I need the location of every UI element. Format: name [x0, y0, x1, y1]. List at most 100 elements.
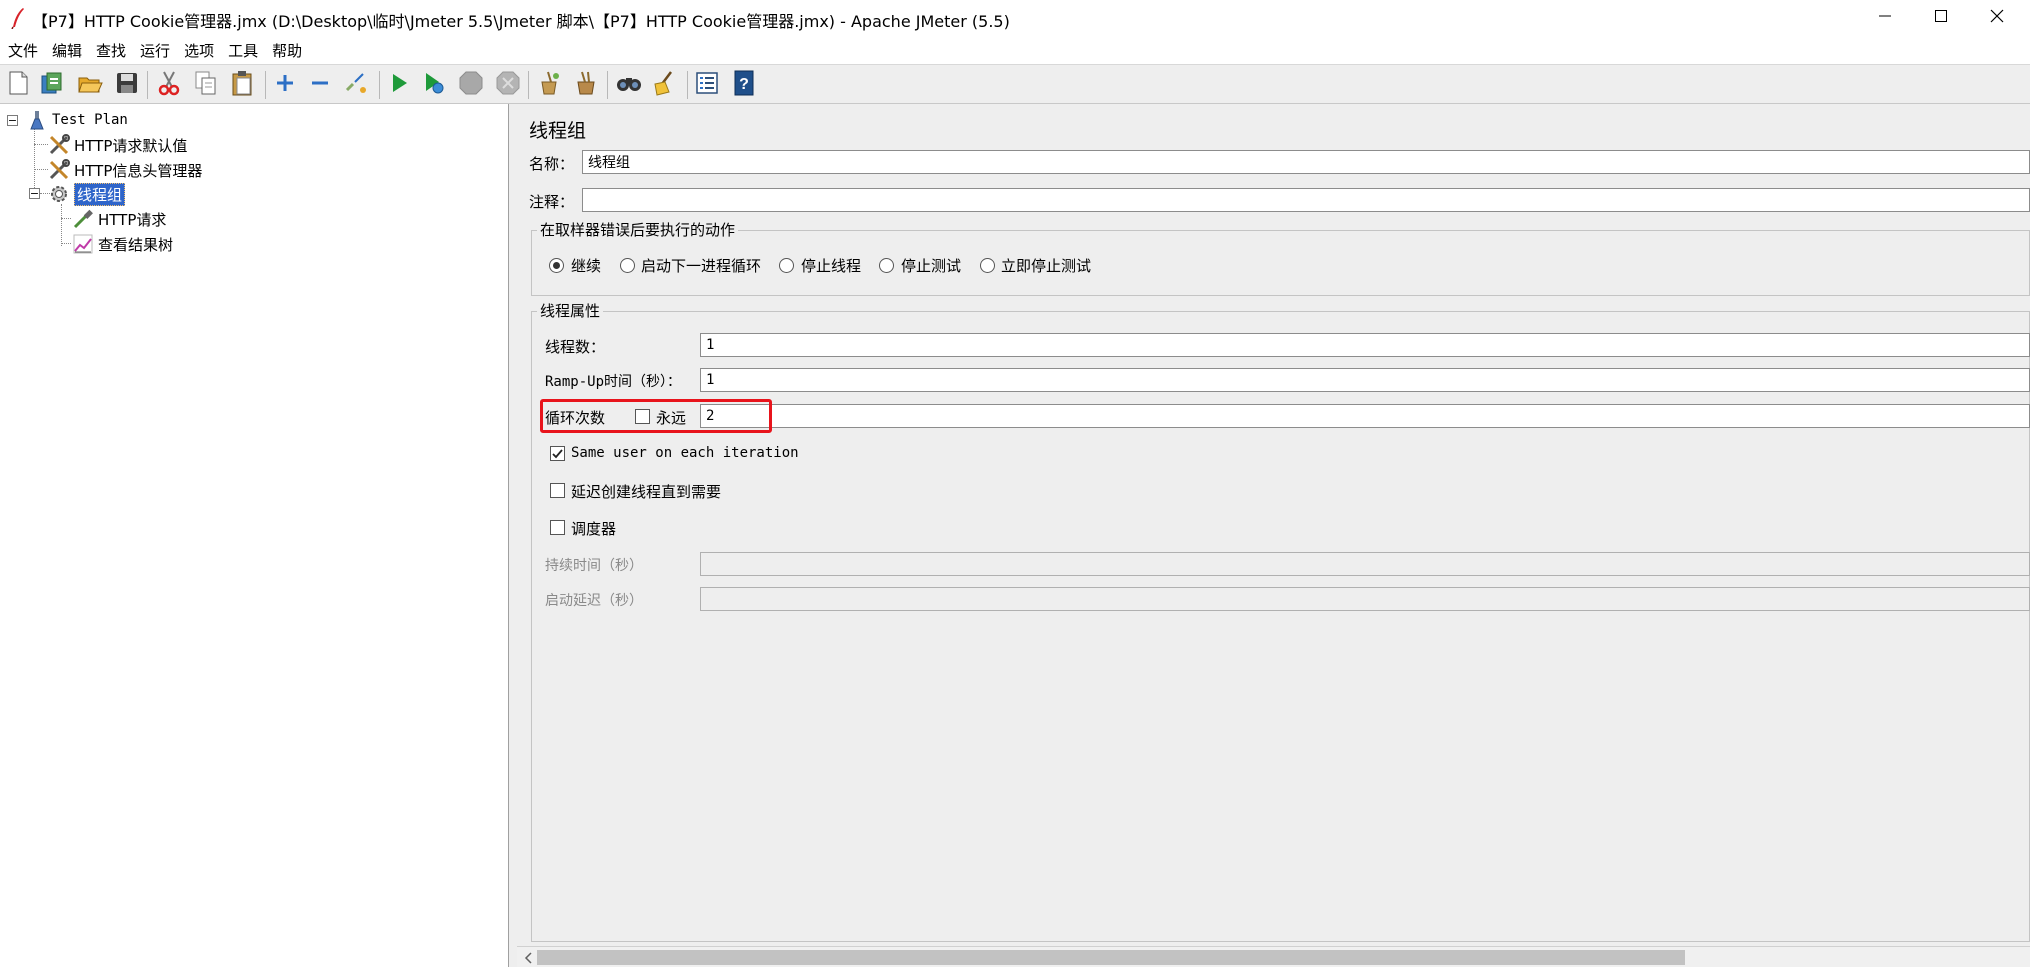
search-icon [615, 72, 643, 98]
rampup-input[interactable]: 1 [700, 368, 2030, 392]
help-icon: ? [732, 70, 756, 100]
function-helper-icon [695, 71, 719, 99]
start-button[interactable] [385, 71, 413, 99]
templates-icon [39, 70, 65, 100]
stop-icon [459, 71, 483, 99]
tree-item-label: 查看结果树 [98, 235, 174, 254]
radio-stop-test-now[interactable] [980, 258, 995, 273]
radio-next-loop-label: 启动下一进程循环 [641, 257, 762, 275]
tree-toggle-test-plan[interactable]: − [7, 115, 18, 126]
wrench-icon [48, 159, 70, 181]
reset-search-button[interactable] [650, 71, 678, 99]
menu-edit[interactable]: 编辑 [52, 40, 82, 61]
templates-button[interactable] [38, 71, 66, 99]
toggle-icon [343, 70, 369, 100]
gear-icon [48, 183, 70, 205]
clear-all-icon [573, 70, 599, 100]
pipette-icon [72, 208, 94, 230]
panel-splitter[interactable] [509, 104, 517, 967]
new-button[interactable] [4, 71, 32, 99]
cut-icon [157, 70, 181, 100]
name-input[interactable]: 线程组 [582, 150, 2030, 174]
tree-item-http-request[interactable]: HTTP请求 [72, 208, 166, 230]
tree-item-http-defaults[interactable]: HTTP请求默认值 [48, 134, 187, 156]
menu-run[interactable]: 运行 [140, 40, 170, 61]
tree-item-view-results-tree[interactable]: 查看结果树 [72, 233, 173, 255]
help-button[interactable]: ? [730, 70, 758, 100]
close-button[interactable] [1968, 0, 2026, 36]
open-button[interactable] [76, 71, 104, 99]
delay-thread-creation-label: 延迟创建线程直到需要 [571, 483, 722, 501]
tree-toggle-thread-group[interactable]: − [29, 188, 40, 199]
radio-continue-label: 继续 [571, 257, 602, 275]
collapse-icon [309, 72, 331, 98]
copy-icon [194, 70, 218, 100]
start-no-pauses-button[interactable] [420, 71, 448, 99]
radio-stop-test-label: 停止测试 [901, 257, 962, 275]
toggle-button[interactable] [342, 71, 370, 99]
menu-search[interactable]: 查找 [96, 40, 126, 61]
start-icon [388, 72, 410, 98]
scrollbar-thumb[interactable] [537, 950, 1685, 965]
radio-stop-test[interactable] [879, 258, 894, 273]
scheduler-checkbox[interactable] [550, 520, 565, 535]
same-user-checkbox[interactable] [550, 446, 565, 461]
menu-file[interactable]: 文件 [8, 40, 38, 61]
tree-item-thread-group[interactable]: 线程组 [48, 182, 126, 206]
expand-all-button[interactable] [271, 71, 299, 99]
page-title: 线程组 [529, 120, 587, 142]
tree-item-label: Test Plan [52, 112, 128, 128]
loop-count-highlight [540, 399, 772, 433]
title-bar: 【P7】HTTP Cookie管理器.jmx (D:\Desktop\临时\Jm… [0, 0, 2030, 36]
radio-stop-thread-label: 停止线程 [801, 257, 862, 275]
startup-delay-input[interactable] [700, 587, 2030, 611]
copy-button[interactable] [192, 71, 220, 99]
reset-search-icon [651, 70, 677, 100]
paste-button[interactable] [228, 71, 256, 99]
tree-item-test-plan[interactable]: Test Plan [26, 109, 128, 131]
test-plan-icon [26, 109, 48, 131]
menu-tools[interactable]: 工具 [228, 40, 258, 61]
expand-icon [274, 72, 296, 98]
menu-options[interactable]: 选项 [184, 40, 214, 61]
graph-icon [72, 233, 94, 255]
radio-stop-thread[interactable] [779, 258, 794, 273]
duration-input[interactable] [700, 552, 2030, 576]
error-action-title: 在取样器错误后要执行的动作 [537, 219, 739, 240]
clear-button[interactable] [535, 71, 563, 99]
checkmark-icon [552, 445, 563, 463]
tree-item-header-manager[interactable]: HTTP信息头管理器 [48, 159, 202, 181]
stop-button[interactable] [457, 71, 485, 99]
maximize-icon [1934, 9, 1948, 27]
save-button[interactable] [113, 71, 141, 99]
same-user-label: Same user on each iteration [571, 445, 799, 461]
shutdown-button[interactable] [494, 71, 522, 99]
search-button[interactable] [615, 71, 643, 99]
scheduler-label: 调度器 [571, 520, 617, 538]
tree-item-label: HTTP请求 [98, 210, 167, 229]
comment-input[interactable] [582, 188, 2030, 212]
radio-continue[interactable] [549, 258, 564, 273]
function-helper-button[interactable] [693, 71, 721, 99]
toolbar: ? [0, 64, 2030, 104]
cut-button[interactable] [155, 71, 183, 99]
wrench-icon [48, 134, 70, 156]
clear-icon [536, 70, 562, 100]
delay-thread-creation-checkbox[interactable] [550, 483, 565, 498]
radio-next-loop[interactable] [620, 258, 635, 273]
threads-label: 线程数： [545, 338, 606, 356]
save-icon [115, 71, 139, 99]
minimize-button[interactable] [1856, 0, 1914, 36]
scroll-left-arrow-icon[interactable] [521, 950, 535, 965]
menu-help[interactable]: 帮助 [272, 40, 302, 61]
collapse-all-button[interactable] [306, 71, 334, 99]
new-icon [7, 71, 29, 99]
threads-input[interactable]: 1 [700, 333, 2030, 357]
loop-count-input[interactable]: 2 [700, 404, 2030, 428]
paste-icon [230, 70, 254, 100]
maximize-button[interactable] [1912, 0, 1970, 36]
tree-item-label: HTTP请求默认值 [74, 136, 188, 155]
clear-all-button[interactable] [572, 71, 600, 99]
svg-text:?: ? [739, 76, 749, 93]
tree-item-label: HTTP信息头管理器 [74, 161, 203, 180]
